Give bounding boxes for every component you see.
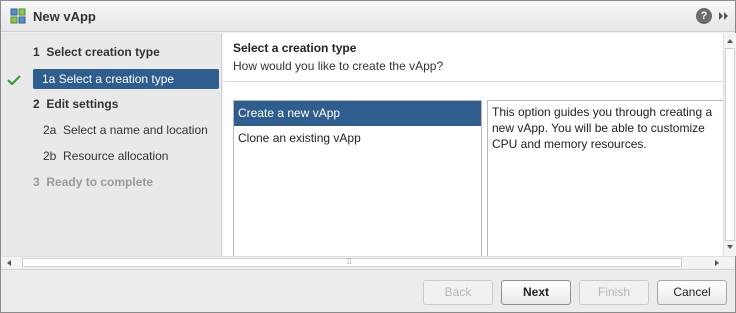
- horizontal-scrollbar[interactable]: ⁞⁞: [2, 256, 735, 268]
- step-number: 3: [33, 175, 40, 189]
- step-label: Select creation type: [46, 45, 160, 59]
- option-description: This option guides you through creating …: [487, 100, 723, 256]
- content-panel: Select a creation type How would you lik…: [223, 33, 723, 256]
- vertical-scrollbar[interactable]: [723, 33, 736, 256]
- back-button[interactable]: Back: [423, 280, 493, 305]
- step-label: Select a creation type: [58, 72, 175, 86]
- scroll-up-icon[interactable]: [727, 39, 733, 43]
- dialog-title: New vApp: [33, 9, 96, 24]
- content-title: Select a creation type: [233, 41, 357, 55]
- finish-button[interactable]: Finish: [579, 280, 649, 305]
- step-number: 2: [33, 97, 40, 111]
- vertical-scroll-thumb[interactable]: [725, 48, 735, 241]
- steps-nav: 1 Select creation type 1a Select a creat…: [1, 33, 222, 256]
- help-icon[interactable]: ?: [696, 8, 712, 24]
- cancel-button[interactable]: Cancel: [657, 280, 727, 305]
- step-1a[interactable]: 1a Select a creation type: [33, 69, 219, 89]
- step-number: 2b: [43, 149, 57, 163]
- scroll-down-icon[interactable]: [727, 245, 733, 249]
- step-1: 1 Select creation type: [33, 42, 160, 62]
- step-3: 3 Ready to complete: [33, 172, 153, 192]
- dialog-footer: Back Next Finish Cancel: [1, 269, 735, 312]
- option-create-new-vapp[interactable]: Create a new vApp: [234, 101, 481, 126]
- step-number: 1a: [42, 72, 56, 86]
- step-number: 1: [33, 45, 40, 59]
- step-label: Edit settings: [46, 97, 119, 111]
- horizontal-scroll-thumb[interactable]: [22, 258, 682, 267]
- step-2a[interactable]: 2a Select a name and location: [43, 120, 208, 140]
- title-bar: New vApp ?: [1, 1, 735, 32]
- step-label: Select a name and location: [63, 123, 208, 137]
- content-subtitle: How would you like to create the vApp?: [233, 59, 444, 73]
- step-number: 2a: [43, 123, 57, 137]
- vapp-icon: [10, 8, 26, 24]
- step-2b[interactable]: 2b Resource allocation: [43, 146, 168, 166]
- step-2: 2 Edit settings: [33, 94, 118, 114]
- creation-type-list: Create a new vApp Clone an existing vApp: [233, 100, 482, 256]
- new-vapp-dialog: New vApp ? 1 Select creation type 1a Sel…: [0, 0, 736, 313]
- header-divider: [223, 81, 723, 82]
- expand-icon[interactable]: [717, 8, 731, 24]
- step-label: Ready to complete: [46, 175, 154, 189]
- check-icon: [7, 75, 21, 85]
- option-clone-existing-vapp[interactable]: Clone an existing vApp: [234, 126, 481, 151]
- scroll-right-icon[interactable]: [715, 260, 719, 266]
- grip-icon: ⁞⁞: [347, 257, 352, 266]
- scroll-left-icon[interactable]: [7, 260, 11, 266]
- step-label: Resource allocation: [63, 149, 169, 163]
- next-button[interactable]: Next: [501, 280, 571, 305]
